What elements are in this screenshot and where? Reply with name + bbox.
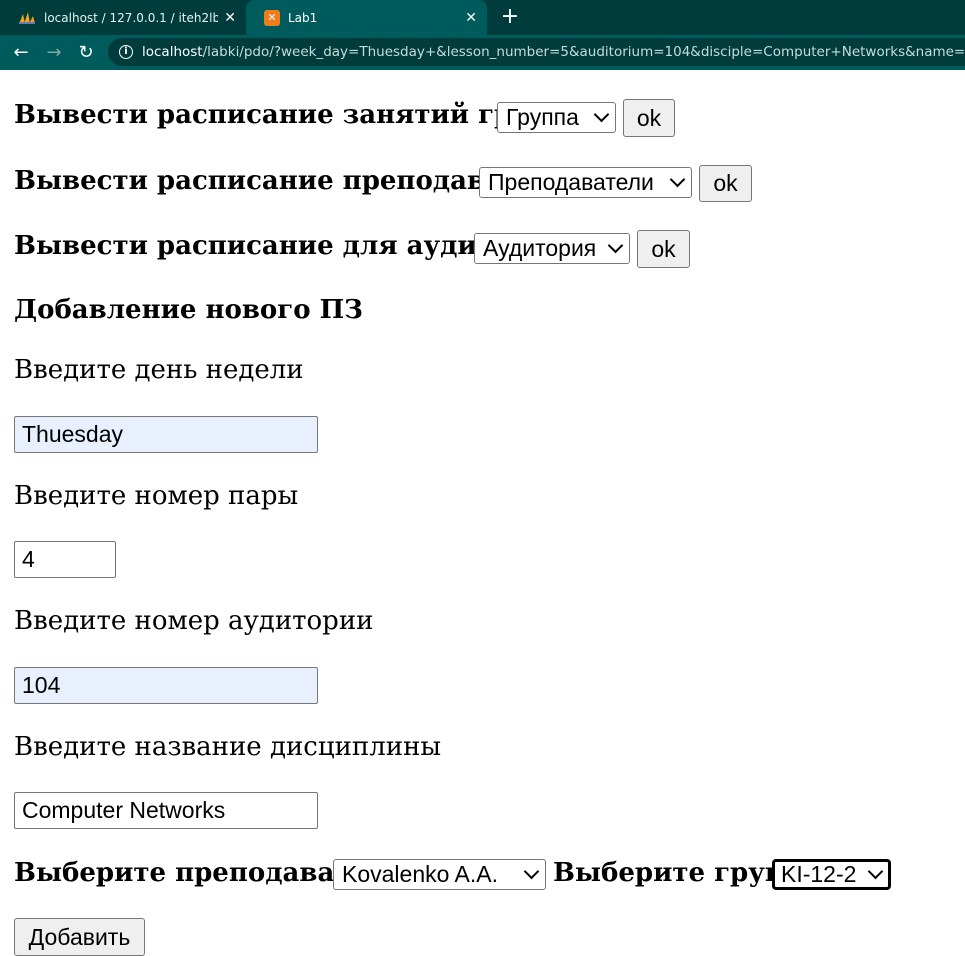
url-path: /labki/pdo/?week_day=Thuesday+&lesson_nu… bbox=[202, 44, 965, 60]
discipline-label: Введите название дисциплины bbox=[14, 732, 442, 762]
add-button[interactable]: Добавить bbox=[14, 918, 145, 956]
room-select[interactable]: Аудитория bbox=[474, 233, 630, 264]
back-icon[interactable]: ← bbox=[8, 40, 34, 66]
lesson-number-field[interactable]: 4 bbox=[14, 541, 116, 578]
tab-title: Lab1 bbox=[288, 10, 318, 25]
room-ok-button[interactable]: ok bbox=[637, 230, 690, 268]
room-number-label: Введите номер аудитории bbox=[14, 606, 374, 636]
teacher-select[interactable]: Преподаватели bbox=[479, 167, 692, 198]
choose-group-select[interactable]: KI-12-2 bbox=[772, 859, 891, 890]
choose-teacher-value: Kovalenko A.A. bbox=[342, 861, 498, 887]
group-select-value: Группа bbox=[506, 104, 579, 130]
tab-title: localhost / 127.0.0.1 / iteh2lb1var bbox=[44, 10, 219, 25]
new-tab-icon[interactable]: + bbox=[498, 5, 522, 29]
phpmyadmin-icon bbox=[18, 11, 36, 25]
reload-icon[interactable]: ↻ bbox=[73, 40, 99, 66]
add-form-heading: Добавление нового ПЗ bbox=[14, 295, 363, 325]
chevron-down-icon bbox=[593, 106, 610, 123]
group-select[interactable]: Группа bbox=[497, 102, 616, 133]
teacher-ok-button[interactable]: ok bbox=[699, 165, 752, 202]
chevron-down-icon bbox=[867, 863, 884, 880]
teacher-select-value: Преподаватели bbox=[488, 169, 654, 195]
group-ok-button[interactable]: ok bbox=[623, 99, 675, 137]
day-field[interactable]: Thuesday bbox=[14, 416, 318, 453]
room-select-value: Аудитория bbox=[483, 235, 597, 261]
room-number-field[interactable]: 104 bbox=[14, 667, 318, 704]
site-info-icon[interactable]: i bbox=[119, 45, 133, 59]
choose-teacher-select[interactable]: Kovalenko A.A. bbox=[333, 859, 546, 890]
choose-group-value: KI-12-2 bbox=[781, 861, 857, 887]
tab-lab1[interactable]: ✕ Lab1 ✕ bbox=[246, 0, 487, 35]
forward-icon[interactable]: → bbox=[41, 40, 67, 66]
chevron-down-icon bbox=[523, 863, 540, 880]
chevron-down-icon bbox=[669, 171, 686, 188]
day-label: Введите день недели bbox=[14, 355, 304, 385]
address-bar[interactable]: localhost/labki/pdo/?week_day=Thuesday+&… bbox=[108, 38, 965, 66]
close-icon[interactable]: ✕ bbox=[224, 10, 236, 26]
chevron-down-icon bbox=[607, 237, 624, 254]
discipline-field[interactable]: Computer Networks bbox=[14, 792, 318, 829]
lesson-number-label: Введите номер пары bbox=[14, 481, 299, 511]
tab-strip: localhost / 127.0.0.1 / iteh2lb1var ✕ ✕ … bbox=[0, 0, 965, 35]
url-host: localhost bbox=[142, 44, 203, 60]
tab-phpmyadmin[interactable]: localhost / 127.0.0.1 / iteh2lb1var ✕ bbox=[0, 0, 246, 35]
close-icon[interactable]: ✕ bbox=[465, 10, 477, 26]
xampp-icon: ✕ bbox=[264, 9, 280, 26]
